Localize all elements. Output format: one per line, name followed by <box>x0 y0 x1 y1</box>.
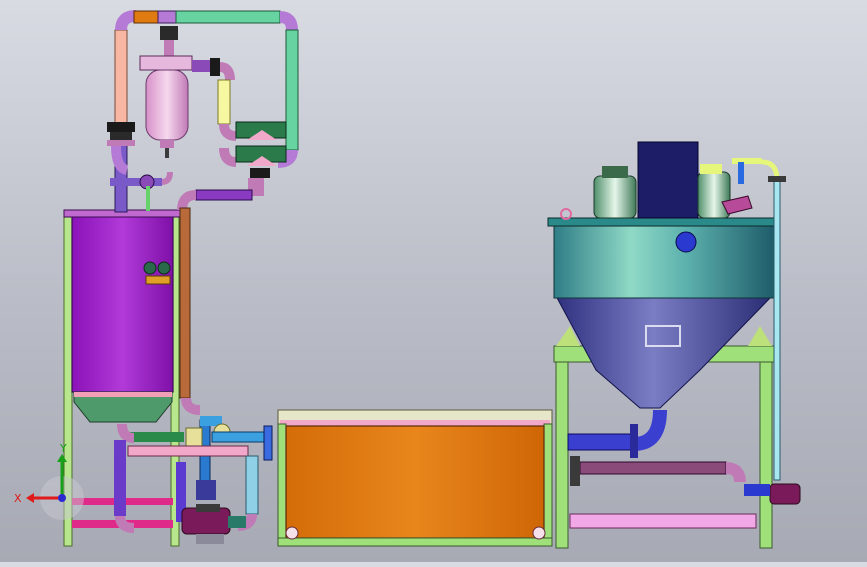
caster-wheel <box>532 526 546 540</box>
middle-frame-base <box>277 537 553 547</box>
pipe-segment <box>128 432 184 442</box>
pipe-segment <box>127 445 249 457</box>
motor-cap <box>700 164 722 174</box>
left-tank-body <box>71 215 174 393</box>
pipe-vertical <box>217 79 231 125</box>
pipe-segment <box>744 484 770 496</box>
pipe-segment <box>175 10 281 24</box>
mixer-drum-rim <box>547 217 779 227</box>
y-axis-label: Y <box>59 442 67 455</box>
z-axis-dot <box>58 494 66 502</box>
mixer-motor <box>697 171 731 219</box>
flange <box>107 140 135 146</box>
pipe-elbow <box>219 62 235 81</box>
caster-wheel <box>285 526 299 540</box>
left-tank-band <box>74 392 172 397</box>
pipe-tee <box>157 10 177 24</box>
x-axis-label: X <box>14 492 22 505</box>
middle-frame-post <box>277 423 287 545</box>
pipe-segment <box>133 10 159 24</box>
pipe-elbow <box>117 423 135 443</box>
filter-body <box>145 69 189 141</box>
pipe-elbow <box>279 11 298 31</box>
flange <box>570 456 580 486</box>
mixer-assembly[interactable] <box>547 141 801 549</box>
gauge-icon <box>143 261 157 275</box>
gauge-bracket <box>145 275 171 285</box>
flange <box>250 168 270 178</box>
cad-assembly-drawing: X Y <box>14 10 801 549</box>
pipe-vertical <box>179 207 191 399</box>
motor-fan-cover <box>602 166 628 178</box>
filter-drain <box>160 140 174 148</box>
pipe-elbow <box>161 171 173 185</box>
mixer-leg <box>759 361 773 549</box>
gearbox <box>637 141 699 219</box>
pipe-elbow <box>219 123 237 141</box>
pipe-segment <box>195 189 253 201</box>
platform-gusset <box>748 326 772 346</box>
pump-base <box>196 534 224 544</box>
pipe-elbow <box>219 147 237 167</box>
pipe-elbow <box>181 397 201 415</box>
x-axis-arrowhead <box>26 493 34 503</box>
outlet-pipe <box>567 433 635 451</box>
filter-outlet <box>192 60 210 72</box>
filter-line-piping[interactable] <box>107 10 299 213</box>
gauge-icon <box>157 261 171 275</box>
pipe-vertical <box>114 29 128 126</box>
mixer-leg <box>555 361 569 549</box>
middle-tank-body <box>285 425 545 539</box>
return-pipe <box>579 461 727 475</box>
inspection-port <box>675 231 697 253</box>
middle-frame-post <box>543 423 553 545</box>
filter-cap <box>160 26 178 40</box>
flange <box>210 58 220 76</box>
middle-tank-assembly[interactable] <box>277 409 553 547</box>
pipe-segment <box>732 158 762 164</box>
cartridge-filter[interactable] <box>139 26 237 167</box>
pipe-vertical <box>114 440 126 516</box>
pipe-segment <box>196 480 216 500</box>
pipe-vertical <box>285 29 299 151</box>
pump-cap <box>196 504 220 512</box>
flange <box>263 425 273 461</box>
stand-crossbar <box>569 513 757 529</box>
mixer-drum <box>553 223 775 299</box>
pipe-segment <box>211 431 267 443</box>
filter-head <box>139 55 193 71</box>
filter-neck <box>164 40 174 56</box>
pipe-elbow <box>725 462 746 483</box>
pipe-vertical <box>773 179 781 481</box>
flange <box>630 424 638 458</box>
pipe-vertical <box>146 186 150 211</box>
cad-viewport[interactable]: X Y <box>0 0 867 562</box>
filter-drain <box>165 148 169 158</box>
flange <box>768 176 786 182</box>
pipe-vertical <box>245 455 259 515</box>
flange <box>110 132 132 140</box>
mixer-motor <box>593 175 637 219</box>
strainer <box>185 427 203 449</box>
coordinate-triad: X Y <box>14 442 84 520</box>
pipe-vertical <box>738 162 744 184</box>
flange <box>107 122 135 132</box>
middle-tank-rim <box>280 420 550 426</box>
transfer-pump <box>769 483 801 505</box>
pump-outlet <box>228 516 246 528</box>
